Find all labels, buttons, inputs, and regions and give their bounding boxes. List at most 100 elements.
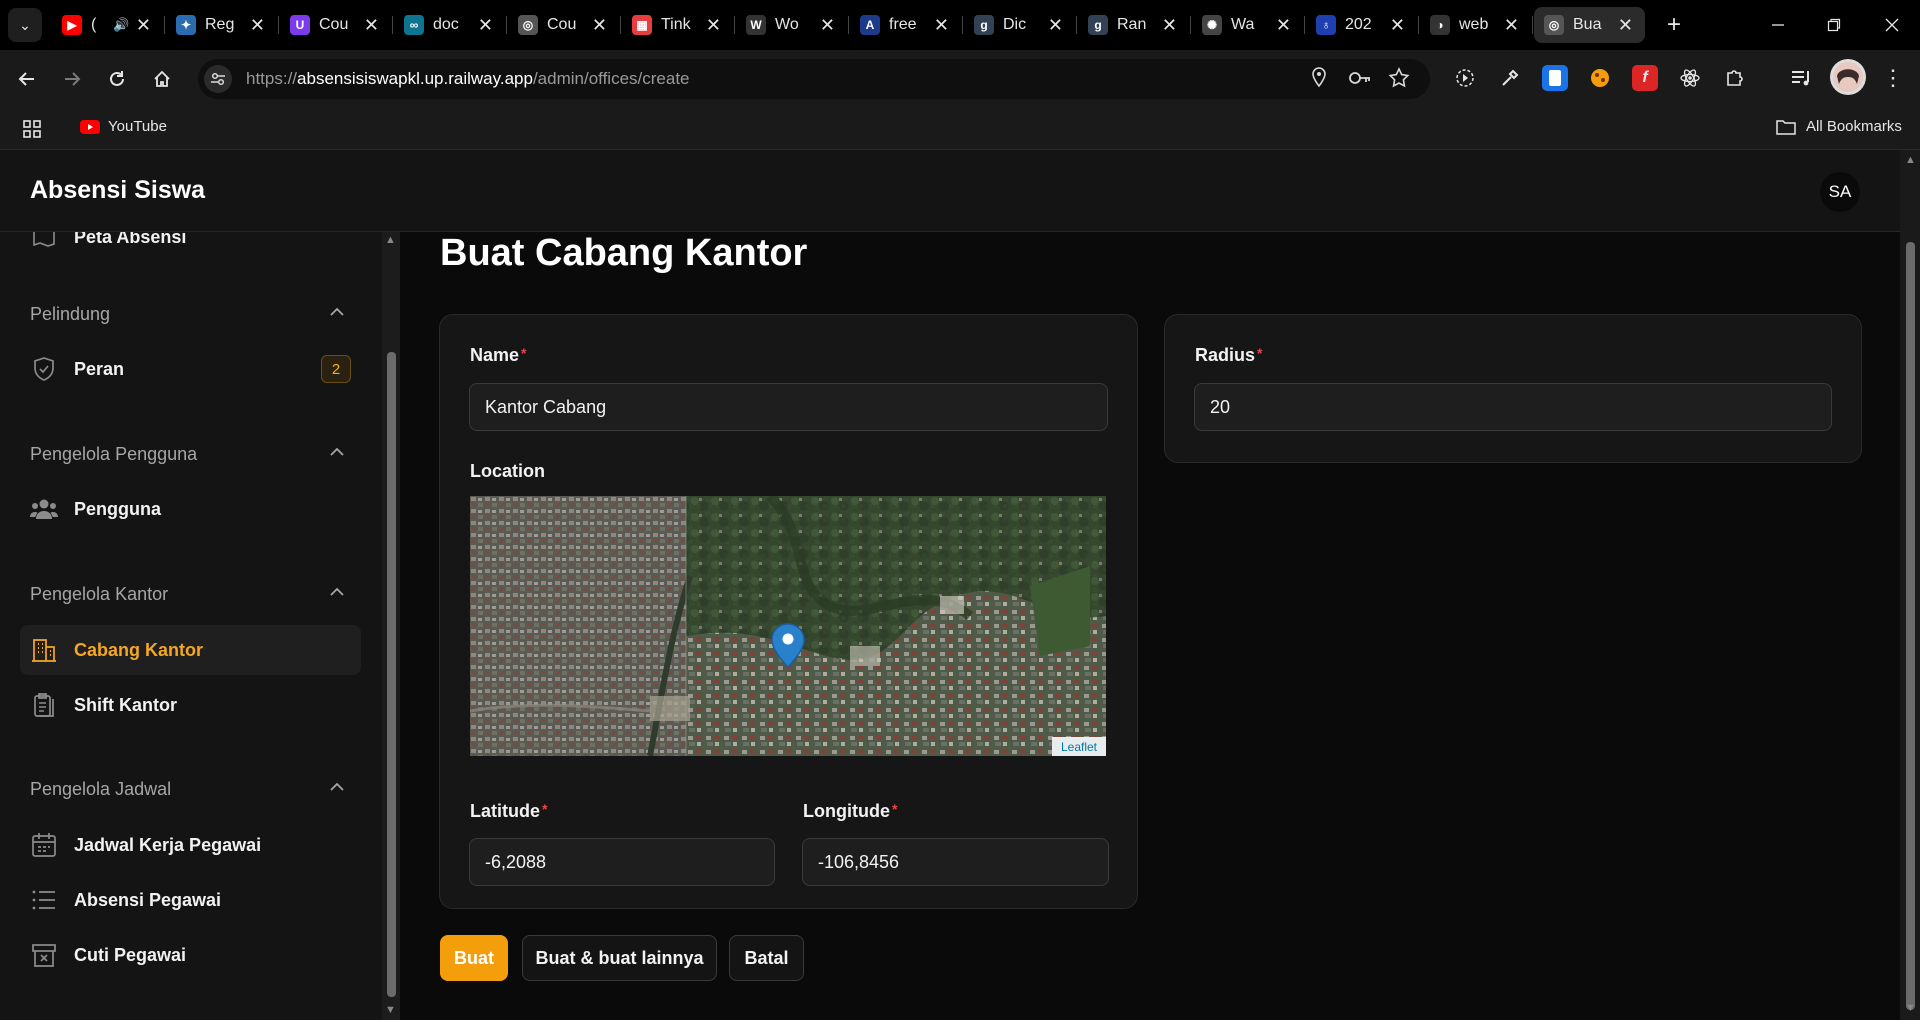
scroll-up-icon[interactable]: ▲ [1905, 154, 1916, 166]
apps-grid-icon[interactable] [22, 119, 42, 139]
sidebar-scrollbar[interactable]: ▲ ▼ [382, 232, 400, 1020]
browser-tab[interactable]: ◎ Cou ✕ [508, 7, 621, 43]
speaker-icon[interactable]: 🔊 [113, 17, 129, 33]
user-avatar[interactable]: SA [1820, 172, 1860, 212]
browser-tab[interactable]: ▦ Tink ✕ [622, 7, 735, 43]
star-icon[interactable] [1388, 67, 1410, 94]
cancel-button[interactable]: Batal [729, 935, 804, 981]
restore-button[interactable] [1806, 0, 1862, 50]
location-pin-icon[interactable] [1310, 67, 1328, 94]
browser-tab[interactable]: W Wo ✕ [736, 7, 849, 43]
sidebar-item-peta-absensi[interactable]: Peta Absensi [20, 232, 361, 262]
reload-button[interactable] [102, 64, 132, 94]
flash-extension-icon[interactable]: f [1632, 65, 1658, 91]
group-pengelola-jadwal[interactable]: Pengelola Jadwal [30, 779, 171, 800]
extensions-puzzle-icon[interactable] [1722, 65, 1748, 91]
all-bookmarks-button[interactable]: All Bookmarks [1776, 118, 1902, 135]
site-info-button[interactable] [204, 65, 232, 93]
main-content: Buat Cabang Kantor Name * Kantor Cabang L… [400, 232, 1900, 1020]
radius-input[interactable]: 20 [1194, 383, 1832, 431]
forward-button[interactable] [57, 64, 87, 94]
chevron-up-icon[interactable] [330, 444, 344, 460]
browser-tab[interactable]: U Cou ✕ [280, 7, 393, 43]
media-control-icon[interactable] [1452, 65, 1478, 91]
close-tab-icon[interactable]: ✕ [1390, 15, 1405, 36]
cookie-extension-icon[interactable] [1587, 65, 1613, 91]
close-tab-icon[interactable]: ✕ [1162, 15, 1177, 36]
minimize-button[interactable] [1750, 0, 1806, 50]
new-tab-button[interactable]: + [1656, 11, 1692, 39]
location-map[interactable]: Leaflet [470, 496, 1106, 756]
close-tab-icon[interactable]: ✕ [1276, 15, 1291, 36]
browser-tab[interactable]: ✺ Wa ✕ [1192, 7, 1305, 43]
chevron-up-icon[interactable] [330, 304, 344, 320]
tab-title: web [1459, 16, 1489, 33]
tab-search-button[interactable]: ⌄ [8, 8, 42, 42]
scroll-down-icon[interactable]: ▼ [385, 1004, 396, 1016]
close-tab-icon[interactable]: ✕ [250, 15, 265, 36]
satellite-map-tiles[interactable] [470, 496, 1106, 756]
group-pelindung[interactable]: Pelindung [30, 304, 110, 325]
browser-tab[interactable]: ✦ Reg ✕ [166, 7, 279, 43]
close-tab-icon[interactable]: ✕ [592, 15, 607, 36]
close-tab-icon[interactable]: ✕ [136, 15, 151, 36]
chevron-up-icon[interactable] [330, 584, 344, 600]
close-tab-icon[interactable]: ✕ [1618, 15, 1633, 36]
g-icon: g [1088, 15, 1108, 35]
browser-tab[interactable]: g Ran ✕ [1078, 7, 1191, 43]
page-scroll-thumb[interactable] [1906, 242, 1915, 1010]
close-tab-icon[interactable]: ✕ [706, 15, 721, 36]
close-window-button[interactable] [1864, 0, 1920, 50]
close-tab-icon[interactable]: ✕ [1504, 15, 1519, 36]
sidebar-item-pengguna[interactable]: Pengguna [20, 484, 361, 534]
sidebar-item-jadwal-kerja-pegawai[interactable]: Jadwal Kerja Pegawai [20, 820, 361, 870]
media-queue-icon[interactable] [1788, 65, 1814, 91]
sidebar-item-absensi-pegawai[interactable]: Absensi Pegawai [20, 875, 361, 925]
group-pengelola-pengguna[interactable]: Pengelola Pengguna [30, 444, 197, 465]
map-attribution-link[interactable]: Leaflet [1052, 737, 1106, 756]
back-button[interactable] [12, 64, 42, 94]
profile-avatar[interactable] [1830, 59, 1866, 95]
browser-tab[interactable]: ▶(🔊 ✕ [52, 7, 165, 43]
latitude-input[interactable]: -6,2088 [469, 838, 775, 886]
group-pengelola-kantor[interactable]: Pengelola Kantor [30, 584, 168, 605]
browser-tab[interactable]: ♁ 202 ✕ [1306, 7, 1419, 43]
eyedropper-icon[interactable] [1497, 65, 1523, 91]
create-another-button[interactable]: Buat & buat lainnya [522, 935, 717, 981]
chevron-up-icon[interactable] [330, 779, 344, 795]
close-tab-icon[interactable]: ✕ [934, 15, 949, 36]
sidebar-item-peran[interactable]: Peran 2 [20, 344, 361, 394]
scroll-down-icon[interactable]: ▼ [1905, 1002, 1916, 1014]
browser-tab[interactable]: ◑ web ✕ [1420, 7, 1533, 43]
close-tab-icon[interactable]: ✕ [364, 15, 379, 36]
address-bar[interactable]: https://absensisiswapkl.up.railway.app/a… [198, 59, 1430, 99]
sidebar-item-shift-kantor[interactable]: Shift Kantor [20, 680, 361, 730]
close-icon [1885, 18, 1899, 32]
close-tab-icon[interactable]: ✕ [478, 15, 493, 36]
brand-title[interactable]: Absensi Siswa [30, 176, 205, 205]
bookmark-youtube[interactable]: YouTube [80, 118, 167, 135]
sidebar-scroll-thumb[interactable] [387, 352, 396, 997]
browser-tab[interactable]: ◎ Bua ✕ [1534, 7, 1645, 43]
page-scrollbar[interactable]: ▲ ▼ [1900, 150, 1920, 1020]
key-icon[interactable] [1348, 67, 1372, 94]
sidebar-item-cuti-pegawai[interactable]: Cuti Pegawai [20, 930, 361, 980]
tab-separator [164, 16, 165, 34]
browser-tab[interactable]: g Dic ✕ [964, 7, 1077, 43]
longitude-input[interactable]: -106,8456 [802, 838, 1109, 886]
name-input[interactable]: Kantor Cabang [469, 383, 1108, 431]
browser-tab[interactable]: ∞ doc ✕ [394, 7, 507, 43]
home-button[interactable] [147, 64, 177, 94]
browser-tab[interactable]: Afree ✕ [850, 7, 963, 43]
required-mark: * [1257, 345, 1263, 361]
close-tab-icon[interactable]: ✕ [820, 15, 835, 36]
tab-title: Dic [1003, 16, 1027, 33]
docs-extension-icon[interactable] [1542, 65, 1568, 91]
close-tab-icon[interactable]: ✕ [1048, 15, 1063, 36]
scroll-up-icon[interactable]: ▲ [385, 234, 396, 246]
tab-separator [278, 16, 279, 34]
menu-kebab-icon[interactable]: ⋮ [1880, 65, 1906, 91]
react-devtools-icon[interactable] [1677, 65, 1703, 91]
sidebar-item-cabang-kantor[interactable]: Cabang Kantor [20, 625, 361, 675]
create-button[interactable]: Buat [440, 935, 508, 981]
